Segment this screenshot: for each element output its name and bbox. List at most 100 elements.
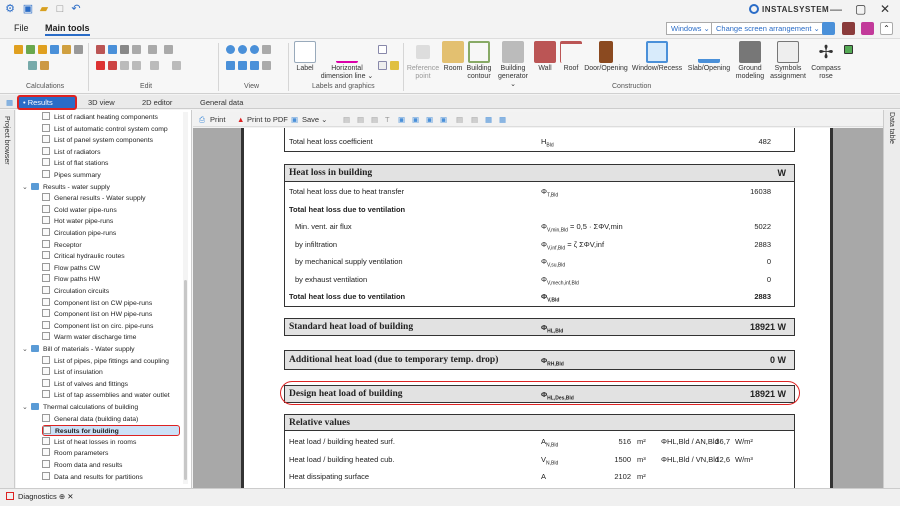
library-icon[interactable] — [842, 22, 855, 35]
horizontal-dimension-line-button[interactable]: Horizontal dimension line ⌄ — [318, 41, 376, 81]
tree-item[interactable]: Component list on circ. pipe-runs — [42, 320, 153, 332]
paste-icon[interactable] — [120, 45, 129, 54]
screen-arrangement-dropdown[interactable]: Change screen arrangement ⌄ — [711, 22, 825, 35]
tree-item[interactable]: Hot water pipe-runs — [42, 216, 113, 227]
tab-2d-editor[interactable]: 2D editor — [138, 96, 176, 109]
print-icon[interactable]: ⎙ — [199, 114, 205, 125]
report-tool-icon-2[interactable]: ▤ — [357, 114, 364, 125]
report-tool-icon-10[interactable]: ▤ — [471, 114, 478, 125]
diagnostics-tab[interactable]: Diagnostics ⊕ ✕ — [18, 492, 74, 501]
save-disk-icon[interactable]: ▣ — [291, 114, 298, 125]
report-tool-icon-8[interactable]: ▣ — [440, 114, 447, 125]
report-tool-icon-6[interactable]: ▣ — [412, 114, 419, 125]
view-icon-7[interactable] — [250, 61, 259, 70]
app-icon[interactable]: ⚙ — [4, 3, 16, 15]
windows-dropdown[interactable]: Windows ⌄ — [666, 22, 715, 35]
tree-item[interactable]: Component list on CW pipe-runs — [42, 297, 152, 309]
zoom-out-icon[interactable] — [238, 45, 247, 54]
wall-button[interactable]: Wall — [533, 41, 557, 73]
zoom-window-icon[interactable] — [250, 45, 259, 54]
calc-icon-3[interactable] — [38, 45, 47, 54]
report-tool-icon-11[interactable]: ▦ — [485, 114, 492, 125]
view-icon-5[interactable] — [226, 61, 235, 70]
edit-icon-9[interactable] — [120, 61, 129, 70]
slab-opening-button[interactable]: Slab/Opening — [685, 41, 733, 73]
graphics-icon[interactable] — [390, 61, 399, 70]
tree-item[interactable]: Warm water discharge time — [42, 332, 136, 343]
tree-item[interactable]: Flow paths HW — [42, 274, 100, 285]
report-tool-icon-4[interactable]: T — [385, 114, 390, 125]
tree-item[interactable]: Flow paths CW — [42, 262, 100, 274]
edit-icon-11[interactable] — [150, 61, 159, 70]
menu-main-tools[interactable]: Main tools — [45, 23, 90, 36]
calc-icon-2[interactable] — [26, 45, 35, 54]
tree-item[interactable]: General results - Water supply — [42, 193, 146, 204]
report-tool-icon-1[interactable]: ▤ — [343, 114, 350, 125]
pdf-icon[interactable]: ▲ — [237, 114, 244, 125]
calc-icon-6[interactable] — [74, 45, 83, 54]
compass-rose-button[interactable]: ✢ Compass rose — [810, 41, 842, 81]
calc-icon-7[interactable] — [28, 61, 37, 70]
edit-icon-10[interactable] — [132, 61, 141, 70]
tree-item[interactable]: List of heat losses in rooms — [42, 436, 136, 448]
data-table-label[interactable]: Data table — [888, 112, 895, 144]
print-to-pdf-button[interactable]: Print to PDF — [247, 114, 288, 125]
print-button[interactable]: Print — [210, 114, 225, 125]
calc-icon-5[interactable] — [62, 45, 71, 54]
layout-icon[interactable] — [822, 22, 835, 35]
cut-icon[interactable] — [96, 45, 105, 54]
building-generator-button[interactable]: Building generator ⌄ — [495, 41, 531, 89]
copy-icon[interactable] — [108, 45, 117, 54]
report-tool-icon-5[interactable]: ▣ — [398, 114, 405, 125]
tab-3d-view[interactable]: 3D view — [84, 96, 119, 109]
tree-item[interactable]: Data and results for partitions — [42, 471, 143, 483]
door-opening-button[interactable]: Door/Opening — [584, 41, 628, 73]
tree-item[interactable]: General data (building data) — [42, 413, 138, 425]
label-button[interactable]: Label — [292, 41, 318, 73]
zoom-in-icon[interactable] — [226, 45, 235, 54]
project-browser-label[interactable]: Project browser — [3, 116, 10, 165]
edit-icon-12[interactable] — [172, 61, 181, 70]
new-file-icon[interactable]: □ — [54, 3, 66, 15]
report-tool-icon-12[interactable]: ▦ — [499, 114, 506, 125]
tree-item[interactable]: Room data and results — [42, 460, 122, 471]
tree-item[interactable]: Pipes summary — [42, 170, 101, 181]
report-tool-icon-9[interactable]: ▤ — [456, 114, 463, 125]
tree-item[interactable]: List of radiators — [42, 146, 100, 158]
close-button[interactable]: ✕ — [880, 2, 890, 16]
construction-extra-icon[interactable] — [844, 45, 853, 54]
save-icon[interactable]: ▣ — [22, 3, 34, 15]
view-icon-6[interactable] — [238, 61, 247, 70]
tree-item[interactable]: Component list on HW pipe-runs — [42, 309, 152, 320]
collapse-ribbon-icon[interactable]: ⌃ — [880, 22, 893, 35]
symbols-assignment-button[interactable]: Symbols assignment — [768, 41, 808, 81]
undo-icon[interactable]: ↶ — [70, 3, 82, 15]
tree-item[interactable]: Receptor — [42, 239, 82, 251]
reference-point-button[interactable]: Reference point — [405, 41, 441, 81]
save-button[interactable]: Save ⌄ — [302, 114, 327, 125]
open-folder-icon[interactable]: ▰ — [38, 3, 50, 15]
calc-icon-4[interactable] — [50, 45, 59, 54]
tree-item[interactable]: List of flat stations — [42, 158, 108, 169]
tree-folder[interactable]: ⌄ Bill of materials - Water supply — [22, 344, 135, 355]
building-contour-button[interactable]: Building contour — [464, 41, 494, 81]
tree-folder[interactable]: ⌄ Results - water supply — [22, 182, 110, 193]
view-icon-8[interactable] — [262, 61, 271, 70]
chevron-down-icon[interactable]: ⌄ — [22, 344, 31, 355]
chevron-down-icon[interactable]: ⌄ — [22, 402, 31, 413]
tree-item[interactable]: List of panel system components — [42, 135, 153, 146]
tab-general-data[interactable]: General data — [196, 96, 247, 109]
view-icon-4[interactable] — [262, 45, 271, 54]
tree-item[interactable]: Results for building — [42, 425, 180, 437]
calc-icon-8[interactable] — [40, 61, 49, 70]
tree-item[interactable]: Room parameters — [42, 448, 108, 459]
tree-item[interactable]: List of tap assemblies and water outlet — [42, 390, 170, 401]
tree-scrollbar-thumb[interactable] — [184, 280, 187, 480]
tree-item[interactable]: Circulation circuits — [42, 286, 109, 297]
maximize-button[interactable]: ▢ — [855, 2, 866, 16]
tab-results[interactable]: • Results — [17, 95, 77, 110]
report-tool-icon-7[interactable]: ▣ — [426, 114, 433, 125]
tree-folder[interactable]: ⌄ Thermal calculations of building — [22, 402, 138, 413]
delete-icon[interactable] — [96, 61, 105, 70]
tree-item[interactable]: List of radiant heating components — [42, 112, 158, 123]
